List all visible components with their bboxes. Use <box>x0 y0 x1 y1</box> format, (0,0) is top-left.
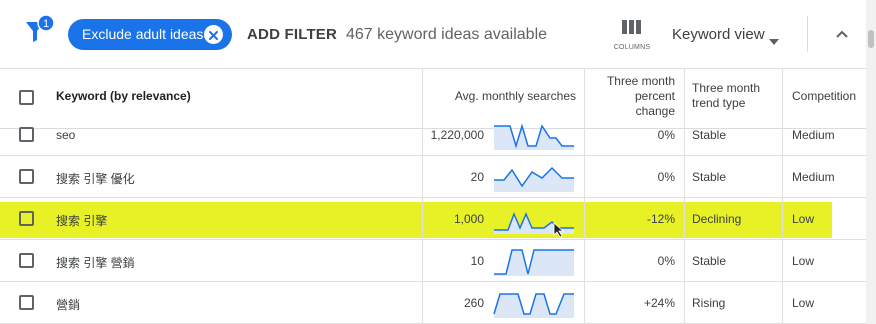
sparkline <box>493 293 574 318</box>
chip-label: Exclude adult ideas <box>82 26 204 42</box>
close-icon[interactable] <box>204 25 223 44</box>
table-row[interactable]: 搜索 引擎 優化 20 0% Stable Medium <box>0 156 866 198</box>
competition-cell: Low <box>792 254 815 268</box>
header-three-month-change[interactable]: Three month percent change <box>590 74 675 119</box>
keyword-ideas-count: 467 keyword ideas available <box>346 26 548 43</box>
columns-label: COLUMNS <box>613 44 651 51</box>
filter-badge-count: 1 <box>43 18 49 30</box>
avg-searches-cell: 260 <box>463 296 484 310</box>
table-row[interactable]: 營銷 260 +24% Rising Low <box>0 282 866 324</box>
chevron-up-icon[interactable] <box>832 24 852 49</box>
header-three-month-trend-type[interactable]: Three month trend type <box>692 81 782 111</box>
dropdown-caret-icon[interactable] <box>769 32 779 50</box>
trend-type-cell: Stable <box>692 170 727 184</box>
sparkline <box>494 123 574 150</box>
percent-change-cell: 0% <box>657 128 675 142</box>
select-all-checkbox[interactable] <box>19 90 34 105</box>
row-checkbox[interactable] <box>19 211 34 226</box>
toolbar: 1 Exclude adult ideas ADD FILTER 467 key… <box>0 0 876 68</box>
keyword-cell: 搜索 引擎 優化 <box>56 172 135 186</box>
row-checkbox[interactable] <box>19 253 34 268</box>
trend-type-cell: Rising <box>692 296 726 310</box>
sparkline-fill <box>494 168 574 192</box>
filter-icon[interactable]: 1 <box>22 14 56 48</box>
header-competition[interactable]: Competition <box>792 89 856 103</box>
competition-cell: Low <box>792 296 815 310</box>
keyword-cell: 搜索 引擎 營銷 <box>56 256 135 270</box>
percent-change-cell: 0% <box>657 254 675 268</box>
keyword-cell: 營銷 <box>56 298 81 312</box>
table-row[interactable]: seo 1,220,000 0% Stable Medium <box>0 114 866 156</box>
table-row[interactable]: 搜索 引擎 營銷 10 0% Stable Low <box>0 240 866 282</box>
header-keyword[interactable]: Keyword (by relevance) <box>56 89 191 103</box>
competition-cell: Medium <box>792 170 835 184</box>
avg-searches-cell: 10 <box>470 254 484 268</box>
competition-cell: Medium <box>792 128 835 142</box>
row-checkbox[interactable] <box>19 127 34 142</box>
scrollbar[interactable] <box>866 0 876 324</box>
exclude-adult-ideas-chip[interactable]: Exclude adult ideas <box>68 19 232 50</box>
keyword-cell: 搜索 引擎 <box>56 214 108 228</box>
competition-cell: Low <box>792 212 815 226</box>
cursor-icon <box>553 222 565 243</box>
add-filter-button[interactable]: ADD FILTER <box>247 26 337 43</box>
sparkline <box>494 166 574 192</box>
header-avg-monthly-searches[interactable]: Avg. monthly searches <box>430 89 576 103</box>
columns-icon <box>622 20 641 34</box>
keyword-view-dropdown[interactable]: Keyword view <box>672 26 765 43</box>
percent-change-cell: +24% <box>643 296 675 310</box>
avg-searches-cell: 20 <box>470 170 484 184</box>
keyword-cell: seo <box>56 128 76 142</box>
trend-type-cell: Declining <box>692 212 742 226</box>
avg-searches-cell: 1,000 <box>453 212 484 226</box>
percent-change-cell: 0% <box>657 170 675 184</box>
avg-searches-cell: 1,220,000 <box>430 128 484 142</box>
row-checkbox[interactable] <box>19 295 34 310</box>
table-row[interactable]: 搜索 引擎 1,000 -12% Declining Low <box>0 198 866 240</box>
trend-type-cell: Stable <box>692 254 727 268</box>
row-checkbox[interactable] <box>19 169 34 184</box>
toolbar-divider <box>807 16 808 52</box>
columns-button[interactable]: COLUMNS <box>606 16 658 58</box>
percent-change-cell: -12% <box>646 212 675 226</box>
sparkline <box>494 249 574 276</box>
trend-type-cell: Stable <box>692 128 727 142</box>
